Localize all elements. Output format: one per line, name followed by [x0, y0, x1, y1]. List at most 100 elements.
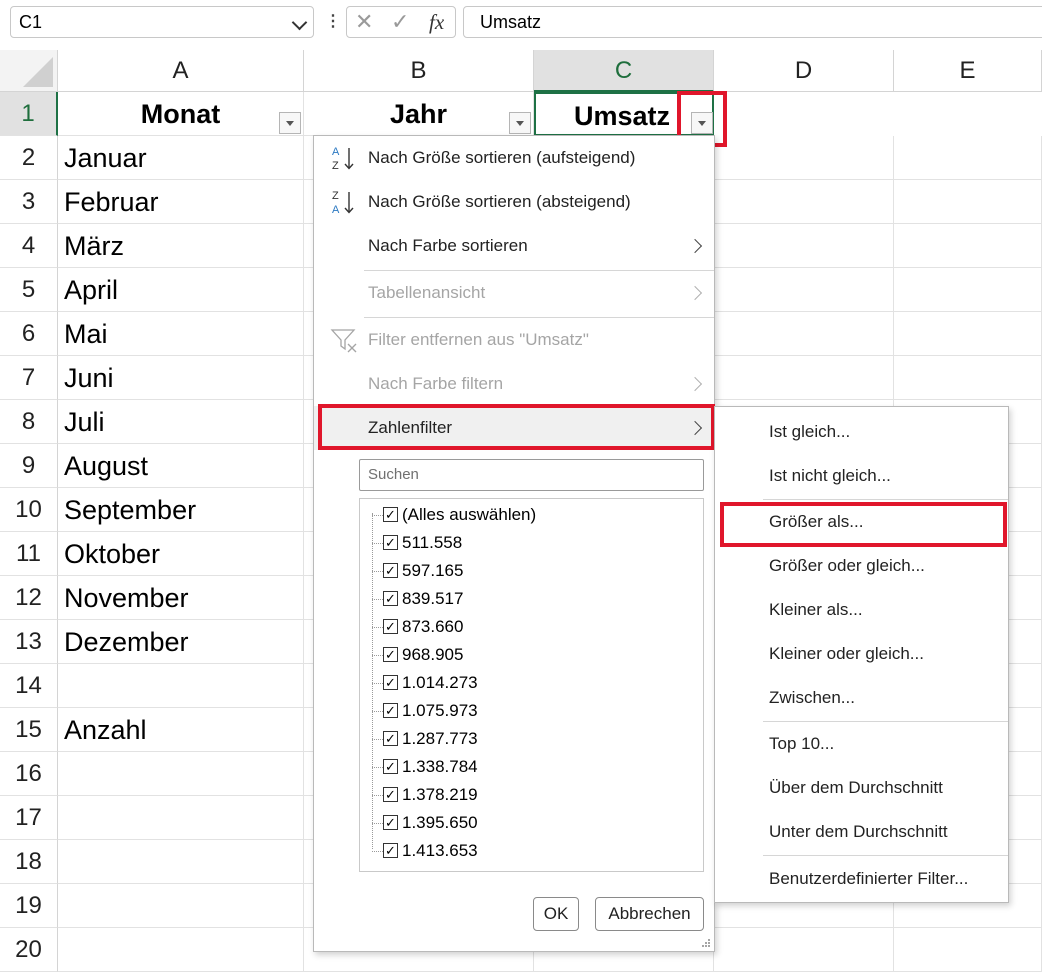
column-header-d[interactable]: D [714, 50, 894, 92]
menu-sort-by-color[interactable]: Nach Farbe sortieren [314, 224, 714, 268]
row-header[interactable]: 10 [0, 488, 58, 532]
submenu-between[interactable]: Zwischen... [715, 676, 1008, 720]
submenu-greater-or-equal[interactable]: Größer oder gleich... [715, 544, 1008, 588]
cell-a20[interactable] [58, 928, 304, 972]
cell-a7[interactable]: Juni [58, 356, 304, 400]
cell-a12[interactable]: November [58, 576, 304, 620]
more-options-icon[interactable]: ⋮ [325, 12, 341, 32]
value-list-item[interactable]: ✓ 839.517 [360, 585, 690, 613]
submenu-greater-than[interactable]: Größer als... [715, 500, 1008, 544]
cell-a5[interactable]: April [58, 268, 304, 312]
column-header-a[interactable]: A [58, 50, 304, 92]
cell-d5[interactable] [714, 268, 894, 312]
value-list-item[interactable]: ✓ 968.905 [360, 641, 690, 669]
value-list-item[interactable]: ✓ 1.378.219 [360, 781, 690, 809]
cell-d20[interactable] [714, 928, 894, 972]
checkbox-checked-icon[interactable]: ✓ [383, 675, 398, 690]
enter-icon[interactable]: ✓ [391, 7, 409, 37]
cell-d7[interactable] [714, 356, 894, 400]
select-all-item[interactable]: ✓ (Alles auswählen) [360, 501, 690, 529]
cell-e2[interactable] [894, 136, 1042, 180]
row-header[interactable]: 5 [0, 268, 58, 312]
submenu-below-average[interactable]: Unter dem Durchschnitt [715, 810, 1008, 854]
column-header-e[interactable]: E [894, 50, 1042, 92]
ok-button[interactable]: OK [533, 897, 579, 931]
cell-c1[interactable]: Umsatz [534, 92, 714, 136]
cell-d4[interactable] [714, 224, 894, 268]
name-box[interactable]: C1 [10, 6, 314, 38]
cell-a14[interactable] [58, 664, 304, 708]
row-header[interactable]: 1 [0, 92, 58, 136]
cell-a18[interactable] [58, 840, 304, 884]
checkbox-checked-icon[interactable]: ✓ [383, 563, 398, 578]
row-header[interactable]: 12 [0, 576, 58, 620]
row-header[interactable]: 6 [0, 312, 58, 356]
checkbox-checked-icon[interactable]: ✓ [383, 759, 398, 774]
row-header[interactable]: 19 [0, 884, 58, 928]
checkbox-checked-icon[interactable]: ✓ [383, 507, 398, 522]
checkbox-checked-icon[interactable]: ✓ [383, 619, 398, 634]
row-header[interactable]: 15 [0, 708, 58, 752]
cell-e6[interactable] [894, 312, 1042, 356]
row-header[interactable]: 2 [0, 136, 58, 180]
cancel-icon[interactable]: ✕ [355, 7, 373, 37]
cell-a11[interactable]: Oktober [58, 532, 304, 576]
checkbox-checked-icon[interactable]: ✓ [383, 703, 398, 718]
cell-a10[interactable]: September [58, 488, 304, 532]
select-all-button[interactable] [0, 50, 58, 92]
cell-a1[interactable]: Monat [58, 92, 304, 136]
menu-sort-ascending[interactable]: A Z Nach Größe sortieren (aufsteigend) [314, 136, 714, 180]
value-list-item[interactable]: ✓ 1.395.650 [360, 809, 690, 837]
cell-a6[interactable]: Mai [58, 312, 304, 356]
submenu-top-10[interactable]: Top 10... [715, 722, 1008, 766]
row-header[interactable]: 13 [0, 620, 58, 664]
row-header[interactable]: 16 [0, 752, 58, 796]
value-list-item[interactable]: ✓ 1.413.653 [360, 837, 690, 865]
submenu-not-equals[interactable]: Ist nicht gleich... [715, 454, 1008, 498]
cell-a3[interactable]: Februar [58, 180, 304, 224]
checkbox-checked-icon[interactable]: ✓ [383, 731, 398, 746]
submenu-equals[interactable]: Ist gleich... [715, 410, 1008, 454]
checkbox-checked-icon[interactable]: ✓ [383, 647, 398, 662]
row-header[interactable]: 9 [0, 444, 58, 488]
row-header[interactable]: 20 [0, 928, 58, 972]
search-input[interactable]: Suchen [359, 459, 704, 491]
checkbox-checked-icon[interactable]: ✓ [383, 815, 398, 830]
cell-e4[interactable] [894, 224, 1042, 268]
column-header-b[interactable]: B [304, 50, 534, 92]
checkbox-checked-icon[interactable]: ✓ [383, 843, 398, 858]
row-header[interactable]: 3 [0, 180, 58, 224]
value-list-item[interactable]: ✓ 873.660 [360, 613, 690, 641]
insert-function-icon[interactable]: fx [429, 7, 444, 37]
resize-grip-icon[interactable] [701, 938, 711, 948]
cell-d3[interactable] [714, 180, 894, 224]
filter-button-monat[interactable] [279, 112, 301, 134]
submenu-above-average[interactable]: Über dem Durchschnitt [715, 766, 1008, 810]
value-list-item[interactable]: ✓ 1.075.973 [360, 697, 690, 725]
cancel-button[interactable]: Abbrechen [595, 897, 704, 931]
cell-a8[interactable]: Juli [58, 400, 304, 444]
cell-a19[interactable] [58, 884, 304, 928]
row-header[interactable]: 17 [0, 796, 58, 840]
cell-e7[interactable] [894, 356, 1042, 400]
value-list-item[interactable]: ✓ 597.165 [360, 557, 690, 585]
value-list-item[interactable]: ✓ 1.014.273 [360, 669, 690, 697]
value-list-item[interactable]: ✓ 1.338.784 [360, 753, 690, 781]
cell-e5[interactable] [894, 268, 1042, 312]
cell-d6[interactable] [714, 312, 894, 356]
cell-a13[interactable]: Dezember [58, 620, 304, 664]
formula-input[interactable]: Umsatz [463, 6, 1042, 38]
cell-b1[interactable]: Jahr [304, 92, 534, 136]
value-list-item[interactable]: ✓ 511.558 [360, 529, 690, 557]
chevron-down-icon[interactable] [291, 14, 308, 31]
row-header[interactable]: 11 [0, 532, 58, 576]
cell-a16[interactable] [58, 752, 304, 796]
cell-a9[interactable]: August [58, 444, 304, 488]
menu-sort-descending[interactable]: Z A Nach Größe sortieren (absteigend) [314, 180, 714, 224]
checkbox-checked-icon[interactable]: ✓ [383, 591, 398, 606]
cell-a17[interactable] [58, 796, 304, 840]
row-header[interactable]: 8 [0, 400, 58, 444]
menu-number-filters[interactable]: Zahlenfilter [314, 406, 714, 450]
cell-a15[interactable]: Anzahl [58, 708, 304, 752]
cell-a4[interactable]: März [58, 224, 304, 268]
